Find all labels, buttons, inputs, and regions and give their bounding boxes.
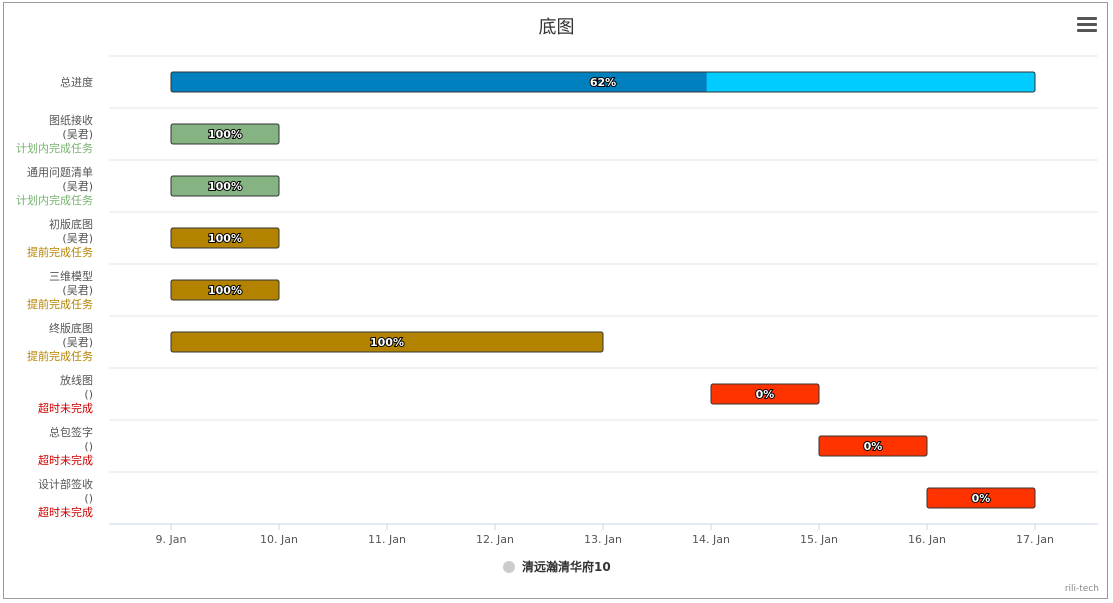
task-name-label: 放线图: [60, 373, 93, 387]
x-tick-label: 9. Jan: [156, 533, 187, 546]
task-percent-label: 0%: [756, 388, 775, 401]
credit-label: rili-tech: [1064, 584, 1099, 594]
task-owner-label: (吴君): [62, 336, 93, 349]
task-owner-label: (吴君): [62, 128, 93, 141]
x-tick-label: 16. Jan: [908, 533, 946, 546]
task-status-label: 提前完成任务: [27, 245, 93, 259]
x-tick-label: 15. Jan: [800, 533, 838, 546]
task-owner-label: (): [84, 492, 93, 505]
task-name-label: 终版底图: [49, 321, 93, 335]
task-percent-label: 100%: [208, 128, 242, 141]
task-name-label: 初版底图: [49, 217, 93, 231]
x-tick-label: 17. Jan: [1016, 533, 1054, 546]
task-name-label: 三维模型: [49, 269, 93, 283]
task-status-label: 超时未完成: [38, 453, 93, 467]
task-percent-label: 100%: [208, 232, 242, 245]
x-tick-label: 14. Jan: [692, 533, 730, 546]
x-tick-label: 12. Jan: [476, 533, 514, 546]
task-status-label: 超时未完成: [38, 505, 93, 519]
task-percent-label: 0%: [864, 440, 883, 453]
task-name-label: 图纸接收: [49, 113, 93, 127]
task-status-label: 计划内完成任务: [16, 193, 93, 207]
task-owner-label: (): [84, 440, 93, 453]
legend-marker: [503, 561, 515, 573]
task-owner-label: (): [84, 388, 93, 401]
legend-item-label[interactable]: 清远瀚清华府10: [522, 559, 611, 574]
task-bar-completed: [171, 72, 707, 92]
task-status-label: 计划内完成任务: [16, 141, 93, 155]
gantt-chart: 总进度 62%图纸接收(吴君)计划内完成任务100%通用问题清单(吴君)计划内完成…: [16, 55, 1098, 574]
task-status-label: 超时未完成: [38, 401, 93, 415]
task-status-label: 提前完成任务: [27, 297, 93, 311]
task-owner-label: (吴君): [62, 180, 93, 193]
task-percent-label: 100%: [370, 336, 404, 349]
task-percent-label: 0%: [972, 492, 991, 505]
task-status-label: 提前完成任务: [27, 349, 93, 363]
task-name-label: 设计部签收: [38, 477, 93, 491]
task-percent-label: 62%: [590, 76, 616, 89]
x-tick-label: 10. Jan: [260, 533, 298, 546]
task-owner-label: (吴君): [62, 284, 93, 297]
task-name-label: 总进度: [60, 75, 93, 89]
x-tick-label: 11. Jan: [368, 533, 406, 546]
task-name-label: 总包签字: [49, 425, 93, 439]
task-name-label: 通用问题清单: [27, 166, 93, 179]
x-tick-label: 13. Jan: [584, 533, 622, 546]
task-owner-label: (吴君): [62, 232, 93, 245]
chart-frame: 底图 总进度 62% 图纸接收 (吴君) 计划内完成任务 100% 通用问题清单 (吴君) 计划…: [3, 2, 1108, 599]
task-percent-label: 100%: [208, 284, 242, 297]
task-percent-label: 100%: [208, 180, 242, 193]
